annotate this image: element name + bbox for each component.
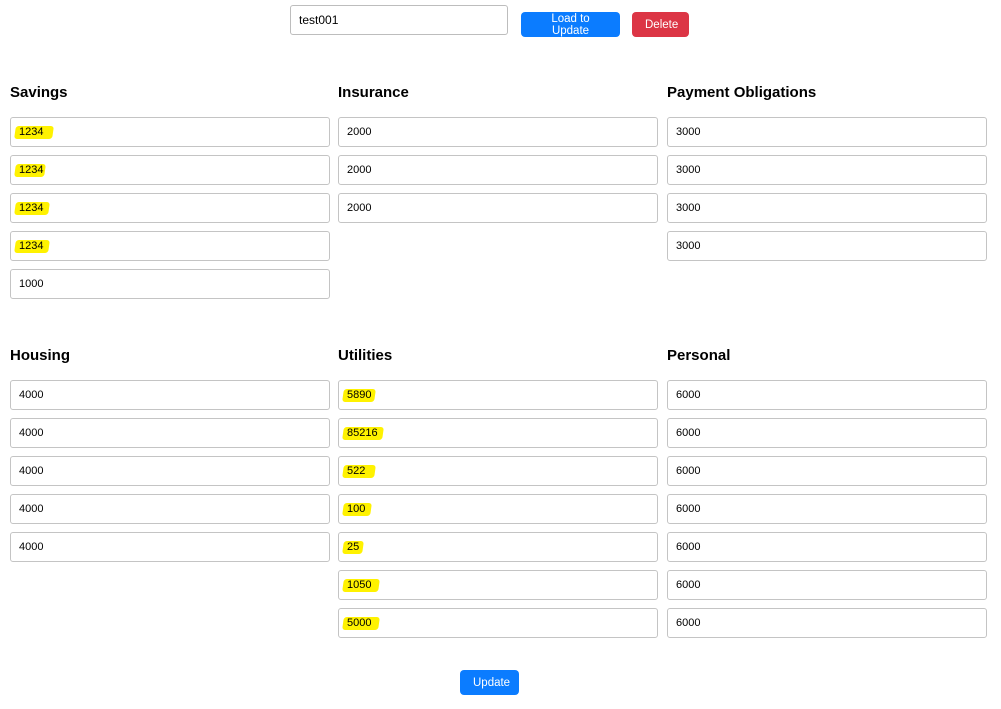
section-utilities: Utilities <box>338 346 658 646</box>
section-insurance: Insurance <box>338 83 658 231</box>
housing-field[interactable] <box>10 380 330 410</box>
utilities-field[interactable] <box>338 380 658 410</box>
payment-field[interactable] <box>667 117 987 147</box>
savings-input[interactable] <box>11 118 329 146</box>
utilities-input[interactable] <box>339 609 657 637</box>
savings-field[interactable] <box>10 193 330 223</box>
savings-input[interactable] <box>11 270 329 298</box>
housing-input[interactable] <box>11 457 329 485</box>
record-id-input[interactable] <box>290 5 508 35</box>
utilities-input[interactable] <box>339 457 657 485</box>
personal-input[interactable] <box>668 609 986 637</box>
savings-input[interactable] <box>11 156 329 184</box>
personal-input[interactable] <box>668 419 986 447</box>
section-title: Savings <box>10 84 68 101</box>
section-personal: Personal <box>667 346 987 646</box>
utilities-input[interactable] <box>339 381 657 409</box>
section-title: Insurance <box>338 84 409 101</box>
personal-input[interactable] <box>668 533 986 561</box>
utilities-field[interactable] <box>338 532 658 562</box>
personal-input[interactable] <box>668 495 986 523</box>
personal-field[interactable] <box>667 456 987 486</box>
utilities-input[interactable] <box>339 495 657 523</box>
savings-field[interactable] <box>10 269 330 299</box>
payment-input[interactable] <box>668 118 986 146</box>
housing-field[interactable] <box>10 532 330 562</box>
utilities-input[interactable] <box>339 533 657 561</box>
housing-input[interactable] <box>11 419 329 447</box>
personal-input[interactable] <box>668 381 986 409</box>
update-button[interactable]: Update <box>460 670 519 695</box>
payment-input[interactable] <box>668 232 986 260</box>
savings-input[interactable] <box>11 232 329 260</box>
load-to-update-button[interactable]: Load to Update <box>521 12 620 37</box>
utilities-field[interactable] <box>338 418 658 448</box>
payment-field[interactable] <box>667 193 987 223</box>
savings-field[interactable] <box>10 155 330 185</box>
personal-field[interactable] <box>667 418 987 448</box>
personal-field[interactable] <box>667 608 987 638</box>
personal-input[interactable] <box>668 571 986 599</box>
insurance-input[interactable] <box>339 194 657 222</box>
housing-input[interactable] <box>11 533 329 561</box>
insurance-field[interactable] <box>338 155 658 185</box>
utilities-input[interactable] <box>339 571 657 599</box>
personal-field[interactable] <box>667 380 987 410</box>
savings-field[interactable] <box>10 231 330 261</box>
utilities-field[interactable] <box>338 570 658 600</box>
section-title: Housing <box>10 347 70 364</box>
housing-input[interactable] <box>11 381 329 409</box>
section-title: Personal <box>667 347 731 364</box>
utilities-field[interactable] <box>338 608 658 638</box>
insurance-input[interactable] <box>339 156 657 184</box>
housing-field[interactable] <box>10 456 330 486</box>
payment-field[interactable] <box>667 155 987 185</box>
housing-field[interactable] <box>10 418 330 448</box>
personal-field[interactable] <box>667 532 987 562</box>
savings-input[interactable] <box>11 194 329 222</box>
insurance-input[interactable] <box>339 118 657 146</box>
section-payment-obligations: Payment Obligations <box>667 83 987 269</box>
section-title: Utilities <box>338 347 393 364</box>
insurance-field[interactable] <box>338 117 658 147</box>
payment-input[interactable] <box>668 156 986 184</box>
payment-field[interactable] <box>667 231 987 261</box>
savings-field[interactable] <box>10 117 330 147</box>
utilities-input[interactable] <box>339 419 657 447</box>
insurance-field[interactable] <box>338 193 658 223</box>
section-savings: Savings <box>10 83 330 307</box>
utilities-field[interactable] <box>338 494 658 524</box>
delete-button[interactable]: Delete <box>632 12 689 37</box>
housing-input[interactable] <box>11 495 329 523</box>
personal-field[interactable] <box>667 570 987 600</box>
personal-input[interactable] <box>668 457 986 485</box>
personal-field[interactable] <box>667 494 987 524</box>
section-title: Payment Obligations <box>667 84 817 101</box>
toolbar <box>290 5 508 35</box>
payment-input[interactable] <box>668 194 986 222</box>
housing-field[interactable] <box>10 494 330 524</box>
utilities-field[interactable] <box>338 456 658 486</box>
section-housing: Housing <box>10 346 330 570</box>
budget-form: Load to Update Delete Savings Insurance … <box>0 0 1001 709</box>
